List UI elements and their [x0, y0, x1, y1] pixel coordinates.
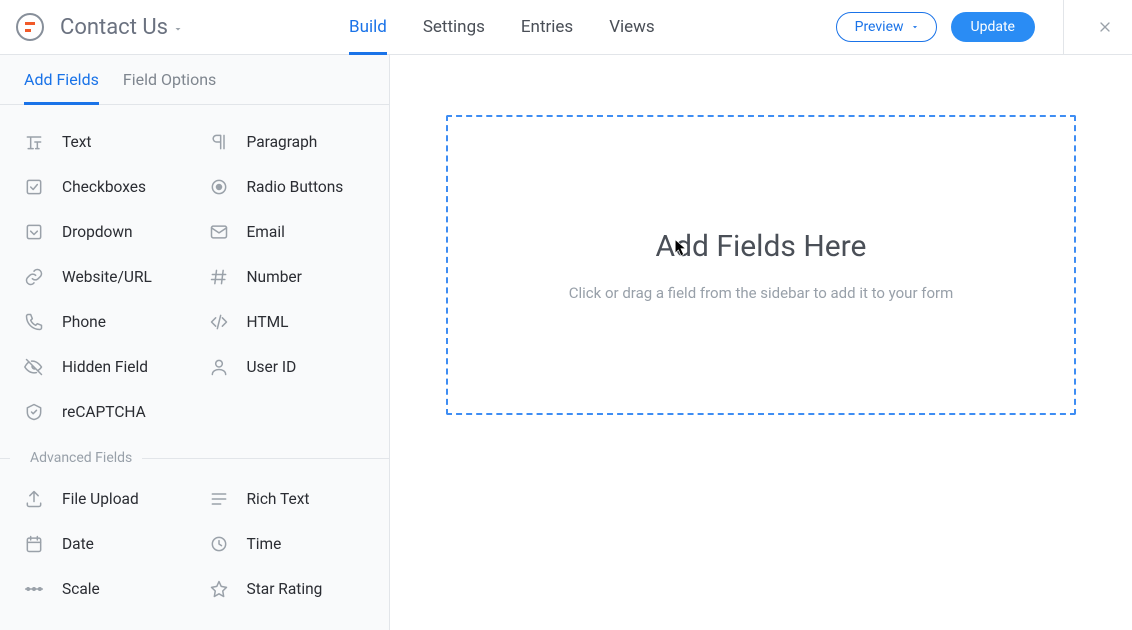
tab-views[interactable]: Views — [609, 0, 655, 54]
field-richtext[interactable]: Rich Text — [195, 476, 380, 521]
drop-subtext: Click or drag a field from the sidebar t… — [569, 284, 954, 302]
field-label: Time — [247, 535, 282, 553]
field-label: Phone — [62, 313, 106, 331]
form-title: Contact Us — [60, 15, 168, 40]
field-hidden[interactable]: Hidden Field — [10, 344, 195, 389]
field-paragraph[interactable]: Paragraph — [195, 119, 380, 164]
field-label: reCAPTCHA — [62, 403, 146, 421]
form-canvas: Add Fields Here Click or drag a field fr… — [390, 55, 1132, 630]
divider — [1063, 0, 1064, 55]
scale-icon — [24, 579, 44, 599]
star-icon — [209, 579, 229, 599]
preview-label: Preview — [855, 19, 904, 35]
field-label: Date — [62, 535, 94, 553]
field-label: HTML — [247, 313, 289, 331]
field-url[interactable]: Website/URL — [10, 254, 195, 299]
field-checkbox[interactable]: Checkboxes — [10, 164, 195, 209]
url-icon — [24, 267, 44, 287]
field-upload[interactable]: File Upload — [10, 476, 195, 521]
app-logo-icon — [16, 13, 44, 41]
sidebar: Add Fields Field Options Text Paragraph Ch… — [0, 55, 390, 630]
field-date[interactable]: Date — [10, 521, 195, 566]
sidebar-tabs: Add Fields Field Options — [0, 55, 389, 105]
email-icon — [209, 222, 229, 242]
field-label: Checkboxes — [62, 178, 146, 196]
field-label: Text — [62, 133, 91, 151]
field-star[interactable]: Star Rating — [195, 566, 380, 611]
field-label: Scale — [62, 580, 100, 598]
drop-heading: Add Fields Here — [656, 229, 867, 264]
chevron-down-icon — [910, 22, 920, 32]
radio-icon — [209, 177, 229, 197]
update-button[interactable]: Update — [951, 12, 1035, 42]
sidebar-tab-add-fields[interactable]: Add Fields — [24, 55, 99, 104]
field-label: Email — [247, 223, 285, 241]
field-label: Radio Buttons — [247, 178, 344, 196]
field-phone[interactable]: Phone — [10, 299, 195, 344]
tab-entries[interactable]: Entries — [521, 0, 573, 54]
hidden-icon — [24, 357, 44, 377]
paragraph-icon — [209, 132, 229, 152]
advanced-fields-heading: Advanced Fields — [10, 450, 379, 466]
sidebar-tab-field-options[interactable]: Field Options — [123, 55, 216, 104]
upload-icon — [24, 489, 44, 509]
top-bar: Contact Us Build Settings Entries Views … — [0, 0, 1132, 55]
field-label: User ID — [247, 358, 297, 376]
tab-build[interactable]: Build — [349, 0, 387, 54]
richtext-icon — [209, 489, 229, 509]
preview-button[interactable]: Preview — [836, 12, 937, 42]
chevron-down-icon — [172, 23, 184, 35]
field-scale[interactable]: Scale — [10, 566, 195, 611]
field-text[interactable]: Text — [10, 119, 195, 164]
field-label: Website/URL — [62, 268, 152, 286]
drop-zone[interactable]: Add Fields Here Click or drag a field fr… — [446, 115, 1076, 415]
field-label: Paragraph — [247, 133, 318, 151]
field-radio[interactable]: Radio Buttons — [195, 164, 380, 209]
field-label: Number — [247, 268, 302, 286]
field-html[interactable]: HTML — [195, 299, 380, 344]
html-icon — [209, 312, 229, 332]
field-dropdown[interactable]: Dropdown — [10, 209, 195, 254]
field-user[interactable]: User ID — [195, 344, 380, 389]
number-icon — [209, 267, 229, 287]
phone-icon — [24, 312, 44, 332]
main-tabs: Build Settings Entries Views — [349, 0, 655, 54]
field-number[interactable]: Number — [195, 254, 380, 299]
checkbox-icon — [24, 177, 44, 197]
close-button[interactable] — [1078, 0, 1132, 55]
dropdown-icon — [24, 222, 44, 242]
date-icon — [24, 534, 44, 554]
recaptcha-icon — [24, 402, 44, 422]
field-email[interactable]: Email — [195, 209, 380, 254]
field-label: Dropdown — [62, 223, 133, 241]
field-time[interactable]: Time — [195, 521, 380, 566]
top-bar-actions: Preview Update — [836, 0, 1132, 55]
field-label: Rich Text — [247, 490, 310, 508]
fields-list: Text Paragraph Checkboxes Radio Buttons Drop… — [0, 105, 389, 625]
text-icon — [24, 132, 44, 152]
field-recaptcha[interactable]: reCAPTCHA — [10, 389, 195, 434]
field-label: Star Rating — [247, 580, 323, 598]
field-label: Hidden Field — [62, 358, 148, 376]
form-title-dropdown[interactable]: Contact Us — [60, 15, 184, 40]
user-icon — [209, 357, 229, 377]
time-icon — [209, 534, 229, 554]
tab-settings[interactable]: Settings — [423, 0, 485, 54]
field-label: File Upload — [62, 490, 139, 508]
close-icon — [1097, 19, 1113, 35]
